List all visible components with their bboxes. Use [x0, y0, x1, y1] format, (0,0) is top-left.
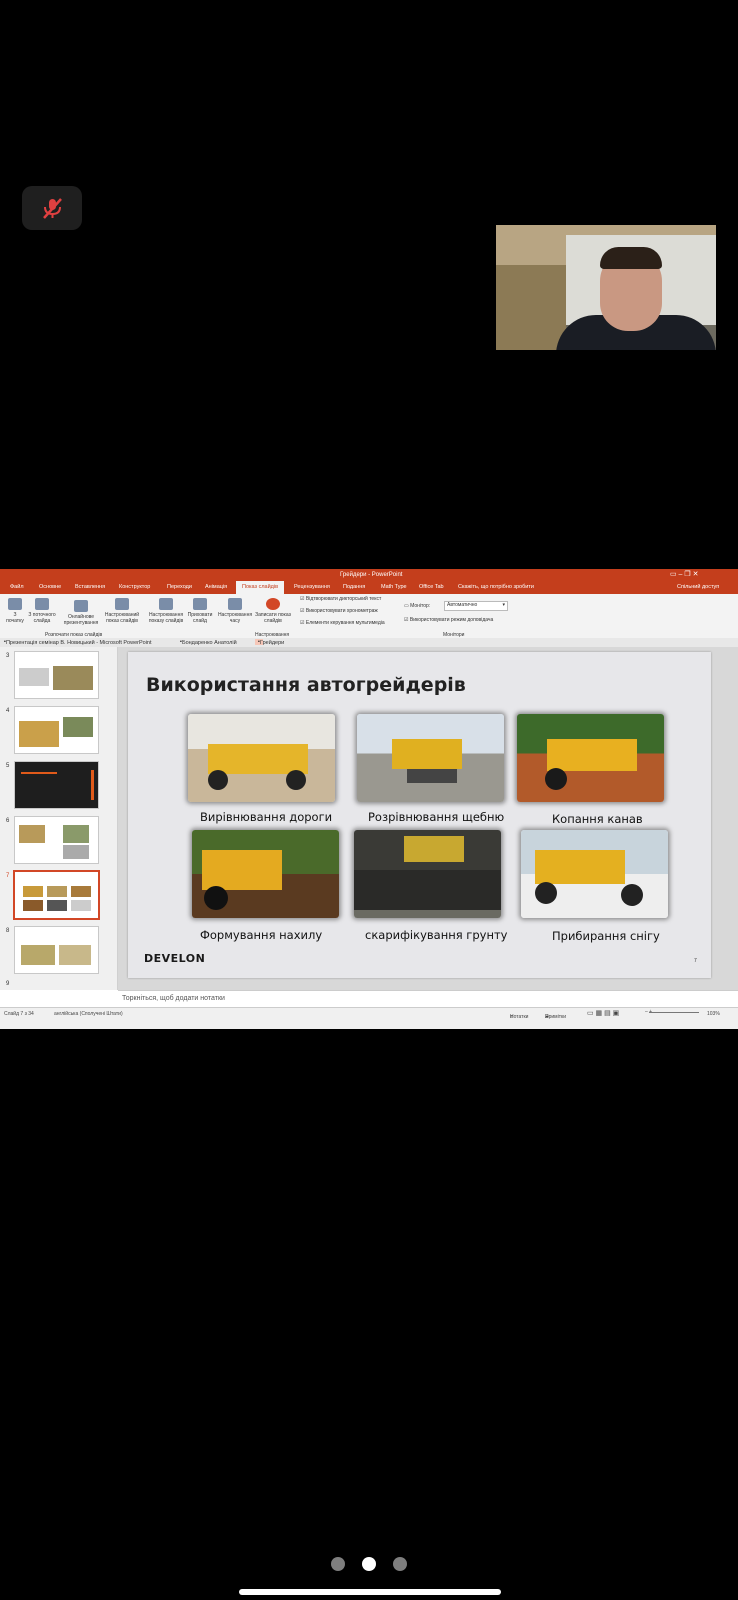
slide-number: 6 [6, 818, 10, 824]
tab-design[interactable]: Конструктор [119, 584, 150, 590]
photo-caption: скарифікування грунту [365, 928, 508, 942]
setup-icon [159, 598, 173, 610]
tab-view[interactable]: Подання [343, 584, 365, 590]
slide-number: 3 [6, 653, 10, 659]
page-dot[interactable] [331, 1557, 345, 1571]
slide-number: 9 [6, 981, 10, 987]
slide-number: 5 [6, 763, 10, 769]
hide-slide-button[interactable]: Приховати слайд [186, 598, 214, 624]
grader-photo [354, 830, 501, 918]
ribbon-tabs: Файл Основне Вставлення Конструктор Пере… [0, 581, 738, 594]
slide-number: 8 [6, 928, 10, 934]
slide-counter: Слайд 7 з 34 [4, 1011, 34, 1017]
page-dot-active[interactable] [362, 1557, 376, 1571]
present-online-button[interactable]: Онлайнове презентування [62, 600, 100, 626]
monitor-label: ▭ Монітор: [404, 603, 431, 609]
slide-edit-area: Використання автогрейдерів Вирівнювання … [118, 647, 738, 990]
notes-pane[interactable]: Торкніться, щоб додати нотатки [118, 990, 738, 1008]
share-button[interactable]: Спільний доступ [677, 584, 719, 590]
tab-animations[interactable]: Анімація [205, 584, 227, 590]
window-controls[interactable]: ▭ – ❐ ✕ [670, 570, 698, 578]
slide-thumbnail[interactable] [14, 706, 99, 754]
slide-thumbnail-selected[interactable] [13, 870, 100, 920]
photo-caption: Прибирання снігу [552, 929, 660, 943]
status-bar: Слайд 7 з 34 англійська (Сполучені Штати… [0, 1007, 738, 1029]
slide-number: 7 [6, 873, 10, 879]
slide-thumbnail[interactable] [14, 761, 99, 809]
rehearse-timings-button[interactable]: Настроювання часу [216, 598, 254, 624]
page-dot[interactable] [393, 1557, 407, 1571]
tab-mathtype[interactable]: Math Type [381, 584, 407, 590]
notes-placeholder: Торкніться, щоб додати нотатки [122, 995, 225, 1002]
language-indicator: англійська (Сполучені Штати) [54, 1011, 123, 1017]
photo-caption: Формування нахилу [200, 928, 323, 942]
slide-title: Використання автогрейдерів [146, 674, 466, 696]
slide-number: 4 [6, 708, 10, 714]
play-icon [8, 598, 22, 610]
slide-page-number: 7 [694, 958, 697, 964]
narrations-checkbox[interactable]: ☑ Відтворювати дикторський текст [300, 596, 381, 602]
doc-tab[interactable]: ▪ Презентація семінар В. Новицький - Mic… [4, 639, 152, 646]
timings-checkbox[interactable]: ☑ Використовувати хронометраж [300, 608, 378, 614]
chevron-down-icon: ▾ [502, 602, 505, 608]
photo-caption: Вирівнювання дороги [200, 810, 333, 824]
record-slideshow-button[interactable]: Записати показ слайдів [255, 598, 291, 624]
slide-thumbnail[interactable] [14, 651, 99, 699]
tab-transitions[interactable]: Переходи [167, 584, 192, 590]
slide-thumbnails-panel: 3 4 5 6 7 8 9 [0, 647, 118, 990]
from-beginning-button[interactable]: З початку [4, 598, 26, 624]
document-tabs: ▪ Презентація семінар В. Новицький - Mic… [0, 638, 738, 647]
develon-logo: DEVELON [144, 952, 206, 965]
tab-insert[interactable]: Вставлення [75, 584, 105, 590]
timer-icon [228, 598, 242, 610]
tab-file[interactable]: Файл [10, 584, 24, 590]
setup-slideshow-button[interactable]: Настроювання показу слайдів [146, 598, 186, 624]
custom-show-icon [115, 598, 129, 610]
from-current-button[interactable]: З поточного слайда [28, 598, 56, 624]
tab-review[interactable]: Рецензування [294, 584, 330, 590]
tab-home[interactable]: Основне [39, 584, 61, 590]
title-bar: Грейдери - PowerPoint ▭ – ❐ ✕ [0, 569, 738, 581]
record-icon [266, 598, 280, 610]
slide-thumbnail[interactable] [14, 926, 99, 974]
current-slide[interactable]: Використання автогрейдерів Вирівнювання … [128, 652, 711, 978]
monitor-icon: ▭ [404, 603, 409, 609]
doc-tab[interactable]: ▪ Бондаренко Анатолій [180, 639, 237, 646]
tell-me-box[interactable]: Скажіть, що потрібно зробити [458, 584, 534, 590]
participant-video [496, 225, 716, 350]
doc-tab-active[interactable]: ▪ Грейдери [255, 639, 284, 646]
presenter-view-checkbox[interactable]: ☑ Використовувати режим доповідача [404, 617, 493, 623]
tab-slideshow[interactable]: Показ слайдів [236, 581, 285, 594]
play-current-icon [35, 598, 49, 610]
present-online-icon [74, 600, 88, 612]
home-indicator[interactable] [239, 1589, 501, 1595]
custom-slideshow-button[interactable]: Настроюваний показ слайдів [103, 598, 141, 624]
photo-caption: Копання канав [552, 812, 643, 826]
photo-caption: Розрівнювання щебню [368, 810, 505, 824]
grader-photo [357, 714, 504, 802]
shared-screen: Грейдери - PowerPoint ▭ – ❐ ✕ Файл Основ… [0, 569, 738, 1029]
zoom-level[interactable]: 103% [707, 1011, 720, 1017]
microphone-toggle-button[interactable] [22, 186, 82, 230]
window-title: Грейдери - PowerPoint [340, 572, 403, 578]
zoom-slider[interactable]: – + [645, 1009, 700, 1015]
grader-photo [521, 830, 668, 918]
grader-photo [188, 714, 335, 802]
hide-slide-icon [193, 598, 207, 610]
monitor-select[interactable]: Автоматично ▾ [444, 601, 508, 611]
ribbon: З початку З поточного слайда Онлайнове п… [0, 594, 738, 639]
slide-thumbnail[interactable] [14, 816, 99, 864]
view-buttons[interactable]: ▭ ▦ ▤ ▣ [587, 1009, 619, 1017]
tab-officetab[interactable]: Office Tab [419, 584, 444, 590]
grader-photo [192, 830, 339, 918]
grader-photo [517, 714, 664, 802]
mic-off-icon [43, 198, 62, 219]
media-controls-checkbox[interactable]: ☑ Елементи керування мультимедіа [300, 620, 385, 626]
